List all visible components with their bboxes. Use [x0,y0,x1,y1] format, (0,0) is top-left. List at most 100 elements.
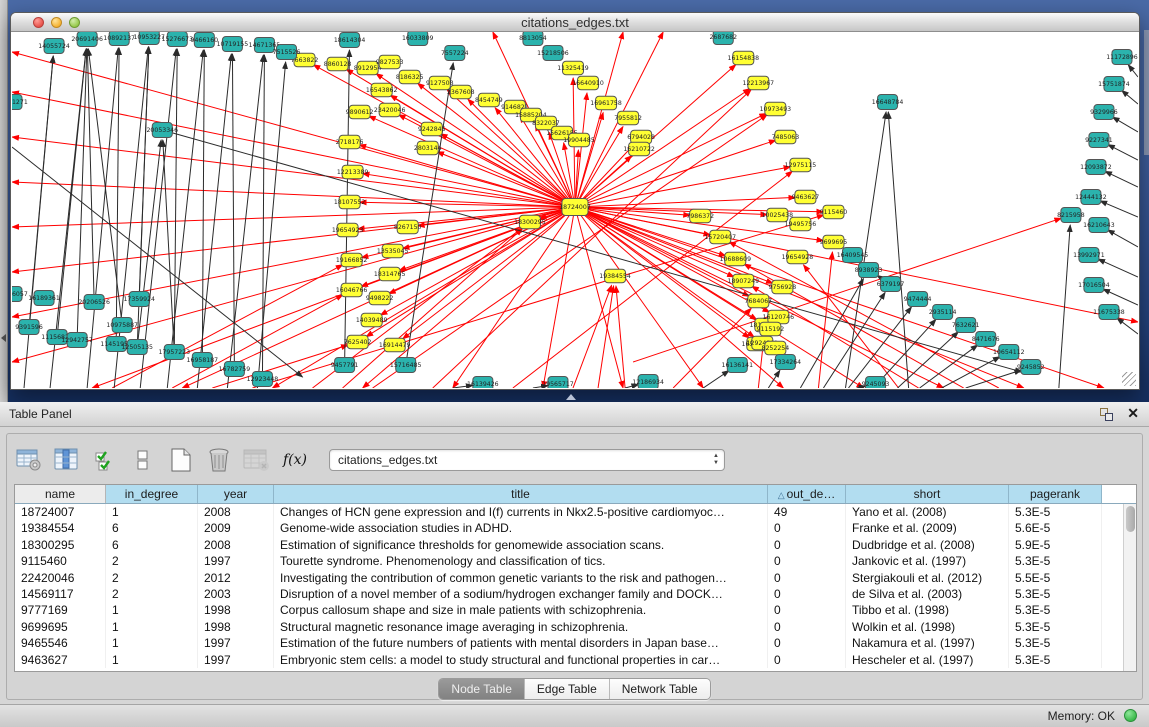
citation-edge-black[interactable] [1117,318,1138,334]
graph-node-7632621[interactable]: 7632621 [952,318,980,333]
table-row[interactable]: 1456911722003Disruption of a novel membe… [15,586,1136,602]
graph-node-10654112[interactable]: 10654112 [993,345,1025,360]
graph-node-10973493[interactable]: 10973493 [760,102,792,116]
citation-edge-red[interactable] [575,140,776,207]
graph-node-6794028[interactable]: 6794028 [627,130,655,144]
graph-node-12213389[interactable]: 12213389 [337,165,369,179]
window-resize-grip[interactable] [1122,372,1136,386]
citation-edge-red[interactable] [575,197,795,207]
citation-edge-red[interactable] [363,207,575,388]
citation-edge-red[interactable] [673,308,751,388]
graph-node-18300295[interactable]: 18300295 [514,215,546,229]
citation-edge-black[interactable] [703,371,729,388]
citation-edge-black[interactable] [167,50,203,388]
citation-edge-black[interactable] [140,49,176,388]
graph-node-9245852[interactable]: 9245852 [1017,360,1045,375]
graph-node-9466160[interactable]: 9466160 [191,33,219,48]
graph-node-14055724[interactable]: 14055724 [38,39,70,54]
graph-node-16640910[interactable]: 16640910 [572,76,604,90]
citation-edge-red[interactable] [12,92,575,207]
graph-node-10975887[interactable]: 10975887 [106,318,138,333]
float-panel-icon[interactable] [1100,408,1113,421]
graph-node-8471676[interactable]: 8471676 [972,332,1000,347]
graph-node-11675338[interactable]: 11675338 [1093,305,1125,320]
graph-node-8813054[interactable]: 8813054 [519,32,547,46]
graph-node-7557224[interactable]: 7557224 [441,46,469,61]
table-row[interactable]: 969969511998Structural magnetic resonanc… [15,619,1136,635]
graph-node-9827533[interactable]: 9827533 [376,55,404,69]
citation-network-graph[interactable]: 1872400776638228860128891295498275331654… [12,32,1138,388]
graph-node-10953227[interactable]: 10953227 [133,32,165,45]
graph-node-7485063[interactable]: 7485063 [772,130,800,144]
graph-node-17334264[interactable]: 17334264 [770,355,802,370]
table-row[interactable]: 2242004622012Investigating the contribut… [15,570,1136,586]
scrollbar-thumb[interactable] [1126,506,1135,532]
graph-node-19495756[interactable]: 19495756 [785,217,817,231]
graph-node-10688609[interactable]: 10688609 [720,252,752,266]
column-header-pagerank[interactable]: pagerank [1009,485,1102,503]
citation-edge-red[interactable] [575,113,766,207]
graph-node-9463627[interactable]: 9463627 [792,190,820,204]
citation-edge-red[interactable] [752,286,919,388]
citation-edge-black[interactable] [1103,289,1138,305]
graph-node-14039489[interactable]: 14039489 [356,313,388,327]
graph-node-9329966[interactable]: 9329966 [1090,105,1118,120]
memory-ok-indicator[interactable] [1124,709,1137,722]
citation-edge-red[interactable] [373,115,767,388]
delete-rows-button[interactable] [205,446,233,474]
column-header-short[interactable]: short [846,485,1009,503]
table-row[interactable]: 1938455462009Genome-wide association stu… [15,520,1136,536]
graph-node-7515526[interactable]: 7515526 [273,45,301,60]
graph-node-9227341[interactable]: 9227341 [1085,133,1113,148]
graph-node-8186325[interactable]: 8186325 [396,70,424,84]
graph-node-9115192[interactable]: 9115192 [757,322,785,336]
select-all-rows-button[interactable] [91,446,119,474]
citation-edge-red[interactable] [433,90,751,388]
graph-node-8252254[interactable]: 8252254 [762,341,790,355]
table-selector-dropdown[interactable]: citations_edges.txt ▲▼ [329,449,725,471]
graph-node-19565717[interactable]: 19565717 [542,377,574,389]
graph-node-9699695[interactable]: 9699695 [820,235,848,249]
citation-edge-black[interactable] [1108,230,1138,247]
graph-node-7625402[interactable]: 7625402 [344,335,372,349]
function-builder-button[interactable]: f(x) [281,446,309,474]
network-window-titlebar[interactable]: citations_edges.txt [11,13,1139,32]
citation-edge-black[interactable] [1122,90,1138,104]
graph-node-9127508[interactable]: 9127508 [426,76,454,90]
graph-node-16409545[interactable]: 16409545 [837,248,869,263]
citation-edge-black[interactable] [1105,171,1138,187]
citation-edge-red[interactable] [403,207,575,339]
collapse-panel-arrow-icon[interactable] [1,334,6,342]
graph-node-2803144[interactable]: 2803144 [414,141,442,155]
citation-edge-black[interactable] [768,370,780,388]
table-row[interactable]: 1872400712008Changes of HCN gene express… [15,504,1136,520]
graph-node-16914479[interactable]: 16914479 [379,338,411,352]
citation-edge-red[interactable] [12,137,575,207]
table-row[interactable]: 911546021997Tourette syndrome. Phenomeno… [15,553,1136,569]
table-settings-button[interactable] [15,446,43,474]
citation-edge-black[interactable] [1113,117,1138,132]
graph-node-16139426[interactable]: 16139426 [467,377,499,389]
graph-node-23420046[interactable]: 23420046 [374,103,406,117]
graph-node-9242845[interactable]: 9242845 [418,122,446,136]
column-header-name[interactable]: name [15,485,106,503]
graph-node-16782759[interactable]: 16782759 [219,362,251,377]
citation-edge-red[interactable] [616,286,625,388]
table-row[interactable]: 946554611997Estimation of the future num… [15,635,1136,651]
graph-node-9474444[interactable]: 9474444 [904,292,932,307]
graph-node-8860128[interactable]: 8860128 [324,57,352,71]
graph-node-8938923[interactable]: 8938923 [855,263,883,278]
graph-node-16648784[interactable]: 16648784 [872,95,904,110]
citation-edge-red[interactable] [12,182,575,207]
graph-node-18314765[interactable]: 18314765 [374,267,406,281]
graph-node-6379197[interactable]: 6379197 [877,277,905,292]
graph-node-20691406[interactable]: 20691406 [71,32,103,47]
citation-edge-black[interactable] [1128,65,1138,77]
graph-node-19384554[interactable]: 19384554 [599,269,631,283]
citation-edge-black[interactable] [162,130,1022,372]
graph-node-10719155[interactable]: 10719155 [217,37,249,52]
column-header-year[interactable]: year [198,485,274,503]
graph-node-18724007[interactable]: 18724007 [559,199,591,216]
citation-edge-black[interactable] [823,292,885,388]
new-table-button[interactable] [167,446,195,474]
